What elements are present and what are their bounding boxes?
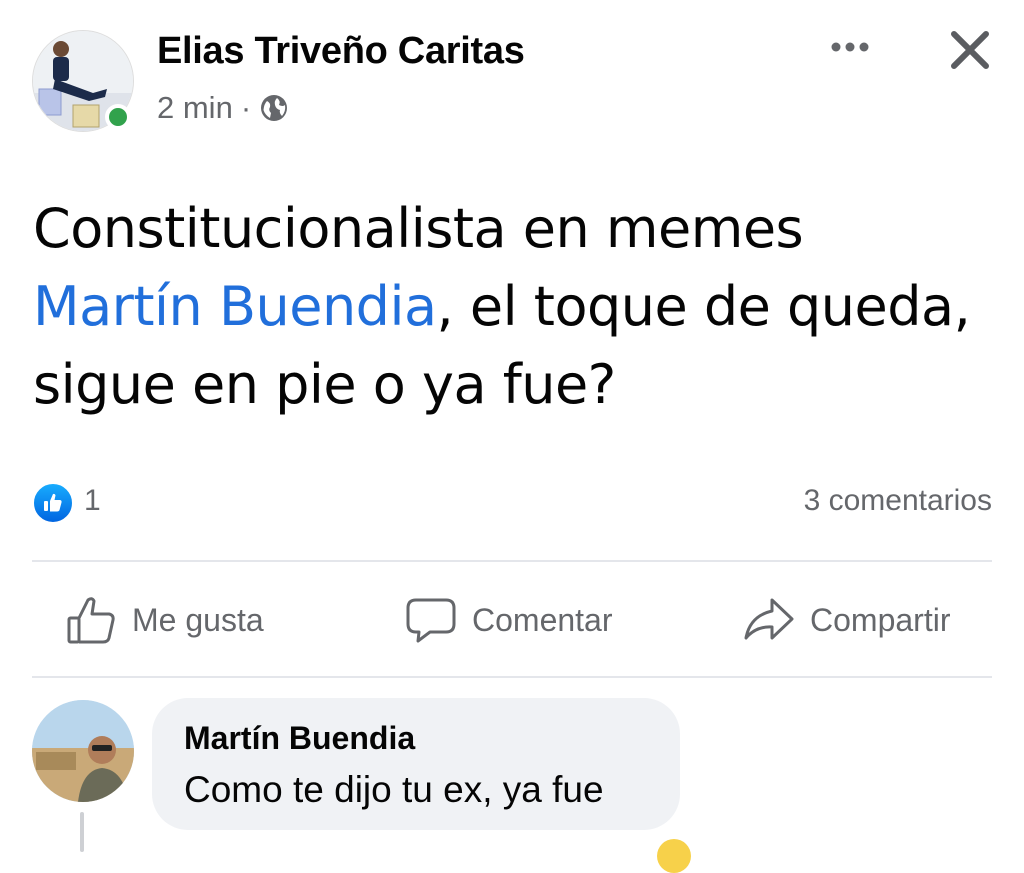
like-reaction-badge[interactable] (32, 482, 74, 524)
post-author-name[interactable]: Elias Triveño Caritas (157, 30, 525, 73)
online-status-dot (105, 104, 131, 130)
divider-bottom (32, 676, 992, 678)
share-arrow-icon (744, 598, 794, 640)
comment-bubble[interactable]: Martín Buendia Como te dijo tu ex, ya fu… (152, 698, 680, 830)
post-meta: 2 min · (157, 88, 289, 128)
commenter-avatar[interactable] (32, 700, 134, 802)
share-button[interactable]: Compartir (742, 590, 950, 650)
close-icon (951, 31, 989, 69)
comment-text: Como te dijo tu ex, ya fue (184, 769, 604, 810)
mention-link[interactable]: Martín Buendia (33, 275, 437, 338)
post-time[interactable]: 2 min (157, 90, 233, 126)
commenter-name[interactable]: Martín Buendia (184, 718, 648, 758)
more-horizontal-icon (831, 42, 869, 52)
reaction-emoji-icon (657, 839, 691, 873)
like-count[interactable]: 1 (84, 484, 101, 518)
comment-count[interactable]: 3 comentarios (804, 484, 992, 518)
globe-icon[interactable] (259, 93, 289, 123)
comment-thread-line (80, 812, 84, 852)
commenter-avatar-image (32, 700, 134, 802)
share-button-label: Compartir (810, 601, 951, 638)
like-button[interactable]: Me gusta (66, 590, 264, 650)
like-button-label: Me gusta (132, 601, 264, 638)
divider-top (32, 560, 992, 562)
comment-button-label: Comentar (472, 601, 613, 638)
close-button[interactable] (946, 26, 994, 74)
thumbs-up-icon (44, 493, 62, 512)
speech-bubble-icon (406, 598, 456, 643)
meta-separator: · (240, 90, 252, 125)
post-text-start: Constitucionalista en memes (33, 197, 804, 260)
post-text: Constitucionalista en memes Martín Buendi… (33, 190, 993, 424)
more-options-button[interactable] (826, 32, 874, 62)
comment-button[interactable]: Comentar (404, 590, 613, 650)
thumbs-up-outline-icon (67, 597, 115, 644)
